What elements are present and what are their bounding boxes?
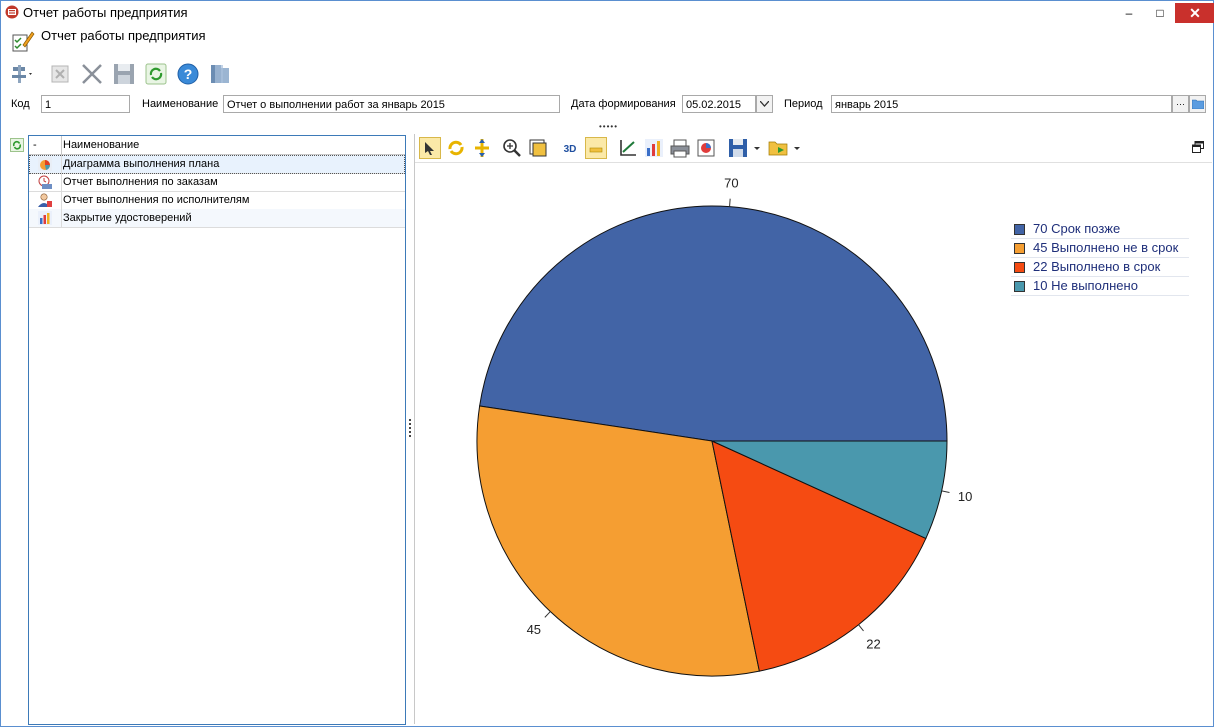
slice-label-tick [858, 624, 864, 632]
tree-header-name[interactable]: Наименование [63, 139, 139, 151]
app-window: Отчет работы предприятия – □ ✕ Отчет раб… [0, 0, 1214, 727]
pie-slice[interactable] [479, 205, 948, 442]
chart-save-icon[interactable] [727, 137, 749, 159]
three-d-button[interactable]: 3D [559, 137, 581, 159]
tree-header: - Наименование [29, 136, 405, 155]
bar-chart-icon [38, 211, 52, 225]
tree-row-orders-report[interactable]: Отчет выполнения по заказам [29, 173, 405, 192]
chart-toolbar: 3D [415, 134, 1212, 163]
move-icon[interactable] [471, 137, 493, 159]
horizontal-splitter[interactable]: ••••• [599, 122, 618, 131]
period-label: Период [784, 98, 823, 110]
panel-icon[interactable] [527, 137, 549, 159]
chart-gallery-icon[interactable] [643, 137, 665, 159]
edit-document-icon [12, 31, 35, 52]
export-image-icon[interactable] [695, 137, 717, 159]
close-window-button[interactable]: ✕ [1175, 3, 1214, 23]
slice-label-tick [941, 490, 950, 494]
legend-label: 70 Срок позже [1033, 221, 1121, 236]
minimize-button[interactable]: – [1115, 3, 1143, 23]
tree-row-label: Закрытие удостоверений [63, 212, 192, 224]
open-folder-icon[interactable] [767, 137, 789, 159]
vertical-splitter[interactable] [408, 419, 412, 439]
print-icon[interactable] [669, 137, 691, 159]
period-folder-button[interactable] [1189, 95, 1206, 113]
delete-disabled-icon[interactable] [47, 61, 73, 87]
name-label: Наименование [142, 98, 219, 110]
chart-legend: 70 Срок позже 45 Выполнено не в срок 22 … [1011, 220, 1189, 296]
legend-swatch [1014, 224, 1025, 235]
tree-refresh-icon[interactable] [10, 138, 24, 152]
rotate-icon[interactable] [445, 137, 467, 159]
user-report-icon [38, 193, 52, 207]
tree-row-certificates[interactable]: Закрытие удостоверений [29, 209, 405, 228]
axis-edit-icon[interactable] [617, 137, 639, 159]
app-icon [5, 5, 19, 19]
code-label: Код [11, 98, 30, 110]
legend-label: 10 Не выполнено [1033, 278, 1138, 293]
date-input[interactable]: 05.02.2015 [682, 95, 756, 113]
date-label: Дата формирования [571, 98, 676, 110]
chevron-down-icon[interactable] [791, 137, 803, 159]
help-icon[interactable]: ? [175, 61, 201, 87]
legend-label: 45 Выполнено не в срок [1033, 240, 1179, 255]
tree-row-label: Отчет выполнения по заказам [63, 176, 218, 188]
save-icon[interactable] [111, 61, 137, 87]
legend-item: 22 Выполнено в срок [1011, 258, 1189, 277]
settings-icon[interactable] [9, 61, 35, 87]
legend-item: 70 Срок позже [1011, 220, 1189, 239]
slice-value-label: 22 [866, 636, 880, 651]
header-fields: Код 1 Наименование Отчет о выполнении ра… [1, 94, 1213, 116]
slice-value-label: 10 [958, 489, 972, 504]
title-bar: Отчет работы предприятия – □ ✕ [1, 1, 1214, 23]
window-title: Отчет работы предприятия [23, 5, 188, 20]
restore-window-icon[interactable] [1192, 141, 1204, 153]
period-select-button[interactable]: ··· [1172, 95, 1189, 113]
legend-swatch [1014, 281, 1025, 292]
pie-chart-icon [38, 157, 52, 171]
tree-row-label: Диаграмма выполнения плана [63, 158, 220, 170]
chevron-down-icon [759, 100, 770, 107]
legend-label: 22 Выполнено в срок [1033, 259, 1161, 274]
slice-label-tick [729, 198, 731, 207]
date-dropdown-button[interactable] [756, 95, 773, 113]
code-input[interactable]: 1 [41, 95, 130, 113]
pointer-icon[interactable] [419, 137, 441, 159]
exit-icon[interactable] [207, 61, 233, 87]
legend-item: 10 Не выполнено [1011, 277, 1189, 296]
tree-row-label: Отчет выполнения по исполнителям [63, 194, 250, 206]
close-icon[interactable] [79, 61, 105, 87]
tree-row-performers-report[interactable]: Отчет выполнения по исполнителям [29, 191, 405, 210]
svg-text:?: ? [184, 66, 193, 82]
tree-row-plan-chart[interactable]: Диаграмма выполнения плана [29, 155, 405, 174]
page-title: Отчет работы предприятия [41, 28, 206, 43]
main-toolbar: ? [9, 61, 269, 89]
period-input[interactable]: январь 2015 [831, 95, 1172, 113]
report-tree: - Наименование Диаграмма выполнения план… [28, 135, 406, 725]
refresh-icon[interactable] [143, 61, 169, 87]
slice-value-label: 45 [527, 622, 541, 637]
shadow-toggle-icon[interactable] [585, 137, 607, 159]
slice-label-tick [544, 611, 551, 618]
orders-report-icon [38, 175, 52, 189]
three-d-label: 3D [564, 144, 577, 155]
name-input[interactable]: Отчет о выполнении работ за январь 2015 [223, 95, 560, 113]
folder-icon [1191, 99, 1204, 110]
zoom-icon[interactable] [501, 137, 523, 159]
chevron-down-icon[interactable] [751, 137, 763, 159]
tree-header-toggle[interactable]: - [33, 139, 37, 151]
legend-item: 45 Выполнено не в срок [1011, 239, 1189, 258]
slice-value-label: 70 [724, 176, 738, 191]
legend-swatch [1014, 262, 1025, 273]
legend-swatch [1014, 243, 1025, 254]
maximize-button[interactable]: □ [1146, 3, 1174, 23]
